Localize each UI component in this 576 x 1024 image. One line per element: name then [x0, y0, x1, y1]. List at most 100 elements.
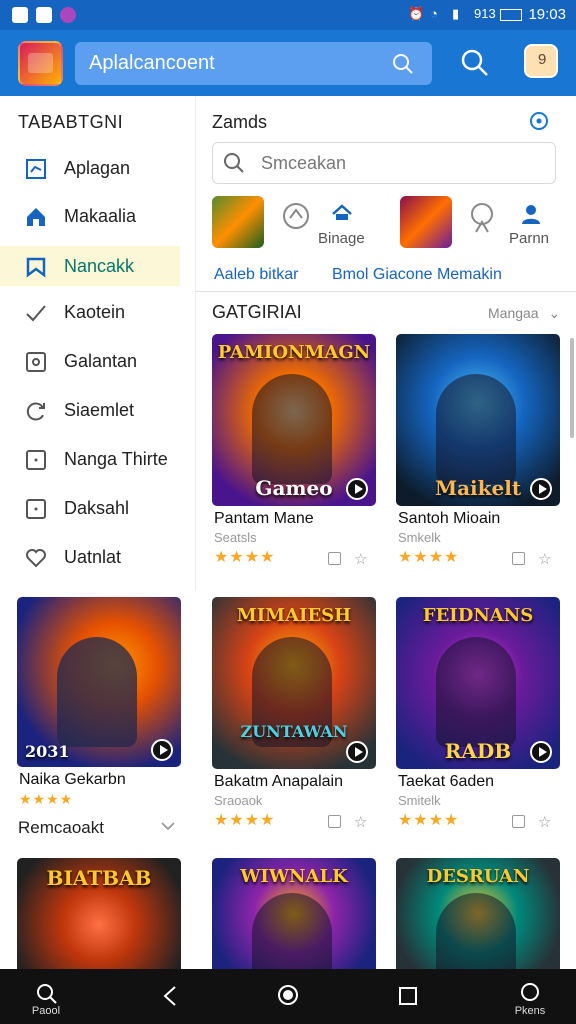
- recents-button[interactable]: [388, 969, 428, 1024]
- sidebar-item-nanga-thirte[interactable]: Nanga Thirte: [0, 439, 180, 479]
- play-icon[interactable]: [151, 739, 173, 761]
- sidebar-item-label: Aplagan: [64, 158, 131, 178]
- battery-percent: 913: [474, 6, 496, 21]
- game-title: Santoh Mioain: [398, 510, 501, 527]
- sidebar-item-nancakk[interactable]: Nancakk: [0, 246, 180, 286]
- game-banner-text: BIATBAB: [46, 866, 152, 890]
- quick-action-label[interactable]: Parnn: [509, 230, 549, 247]
- game-banner-text: WIWNALK: [240, 866, 348, 887]
- play-icon[interactable]: [530, 741, 552, 763]
- bottom-navigation: Paool Pkens: [0, 969, 576, 1024]
- save-icon[interactable]: [328, 552, 341, 565]
- star-icon[interactable]: ☆: [538, 813, 551, 831]
- sidebar-item-siaemlet[interactable]: Siaemlet: [0, 390, 180, 430]
- sidebar-item-galantan[interactable]: Galantan: [0, 341, 180, 381]
- nav-search-button[interactable]: Paool: [20, 969, 72, 1024]
- chevron-down-icon: ⌄: [548, 305, 561, 321]
- help-icon[interactable]: [528, 110, 550, 132]
- notification-icon: [12, 7, 28, 23]
- search-icon[interactable]: [458, 46, 492, 80]
- square-icon: [26, 499, 46, 519]
- game-artwork[interactable]: BIATBAB: [17, 858, 181, 969]
- play-icon[interactable]: [530, 478, 552, 500]
- sidebar-item-makaalia[interactable]: Makaalia: [0, 196, 180, 236]
- header-search-input[interactable]: Aplalcancoent: [75, 42, 432, 85]
- section-heading: Remcaoakt: [18, 818, 104, 837]
- star-icon[interactable]: ☆: [538, 550, 551, 568]
- play-icon[interactable]: [346, 741, 368, 763]
- sidebar-item-daksahl[interactable]: Daksahl: [0, 488, 180, 528]
- game-title: Pantam Mane: [214, 510, 314, 527]
- sidebar-item-kaotein[interactable]: Kaotein: [0, 292, 180, 332]
- page-title: Zamds: [212, 112, 268, 132]
- game-banner-text: DESRUAN: [426, 866, 530, 887]
- badge-icon[interactable]: [468, 200, 496, 236]
- nav-label: Pkens: [514, 1005, 546, 1017]
- refresh-icon: [26, 402, 45, 421]
- search-icon[interactable]: [392, 53, 414, 75]
- divider: [196, 291, 576, 292]
- rating-stars: ★★★★: [398, 549, 460, 566]
- header-search-value: Aplalcancoent: [89, 52, 215, 74]
- chevron-down-icon[interactable]: [160, 820, 176, 832]
- game-artwork[interactable]: PAMIONMAGN Gameo: [212, 334, 376, 506]
- circle-icon: [521, 983, 539, 1001]
- search-input[interactable]: Smceakan: [212, 142, 556, 184]
- game-artwork[interactable]: 2031: [17, 597, 181, 767]
- tab-bmol[interactable]: Bmol Giacone Memakin: [332, 266, 502, 284]
- sidebar-item-uatnlat[interactable]: Uatnlat: [0, 537, 180, 577]
- star-icon[interactable]: ☆: [354, 813, 367, 831]
- sidebar-item-label: Galantan: [64, 351, 138, 371]
- sort-label: Mangaa: [488, 305, 539, 321]
- game-artwork[interactable]: MIMAIESH ZUNTAWAN: [212, 597, 376, 769]
- save-icon[interactable]: [512, 552, 525, 565]
- sidebar-item-label: Kaotein: [64, 302, 126, 322]
- sidebar-item-label: Uatnlat: [64, 547, 122, 567]
- status-bar: ⏰ ◔ ▮ 913 19:03: [0, 0, 576, 30]
- wifi-icon: ◔: [430, 6, 438, 21]
- game-subtitle: Smitelk: [398, 793, 441, 808]
- game-artwork[interactable]: DESRUAN: [396, 858, 560, 969]
- badge-icon[interactable]: [280, 200, 312, 236]
- rating-stars: ★★★★: [214, 812, 276, 829]
- tab-aaleb[interactable]: Aaleb bitkar: [214, 266, 299, 284]
- star-icon[interactable]: ☆: [354, 550, 367, 568]
- game-artwork[interactable]: WIWNALK: [212, 858, 376, 969]
- notification-icon: [60, 7, 76, 23]
- sidebar-item-label: Makaalia: [64, 206, 137, 226]
- app-tile[interactable]: [212, 196, 264, 248]
- scrollbar[interactable]: [570, 338, 574, 438]
- home-circle-icon: [278, 985, 298, 1005]
- nav-menu-button[interactable]: Pkens: [504, 969, 556, 1024]
- notification-icon: [36, 7, 52, 23]
- save-icon[interactable]: [512, 815, 525, 828]
- search-placeholder: Smceakan: [261, 153, 347, 173]
- app-box-icon: [26, 159, 46, 179]
- game-title: Bakatm Anapalain: [214, 773, 343, 790]
- sidebar-item-aplagan[interactable]: Aplagan: [0, 148, 180, 188]
- quick-action-label[interactable]: Binage: [318, 230, 365, 247]
- section-heading: GATGIRIAI: [212, 302, 302, 322]
- game-artwork[interactable]: Maikelt: [396, 334, 560, 506]
- signal-icon: ▮: [452, 6, 460, 21]
- save-icon[interactable]: [328, 815, 341, 828]
- sort-dropdown[interactable]: Mangaa ⌄: [488, 305, 560, 322]
- avatar[interactable]: [524, 44, 558, 78]
- play-icon[interactable]: [346, 478, 368, 500]
- back-button[interactable]: [150, 969, 190, 1024]
- clock-icon: [26, 352, 46, 372]
- app-tile[interactable]: [400, 196, 452, 248]
- home-button[interactable]: [268, 969, 308, 1024]
- sidebar-item-label: Daksahl: [64, 498, 130, 518]
- app-logo[interactable]: [18, 41, 63, 86]
- tab-bar: Aaleb bitkar Bmol Giacone Memakin: [212, 260, 556, 290]
- game-title: Naika Gekarbn: [19, 771, 126, 788]
- game-artwork[interactable]: FEIDNANS RADB: [396, 597, 560, 769]
- game-banner-text: FEIDNANS: [422, 605, 534, 626]
- person-icon[interactable]: [519, 202, 543, 226]
- clock: 19:03: [528, 6, 566, 23]
- broken-heart-icon: [26, 549, 46, 568]
- quick-action-icon[interactable]: [330, 202, 354, 224]
- back-icon: [163, 986, 176, 1006]
- game-caption: ZUNTAWAN: [240, 722, 348, 741]
